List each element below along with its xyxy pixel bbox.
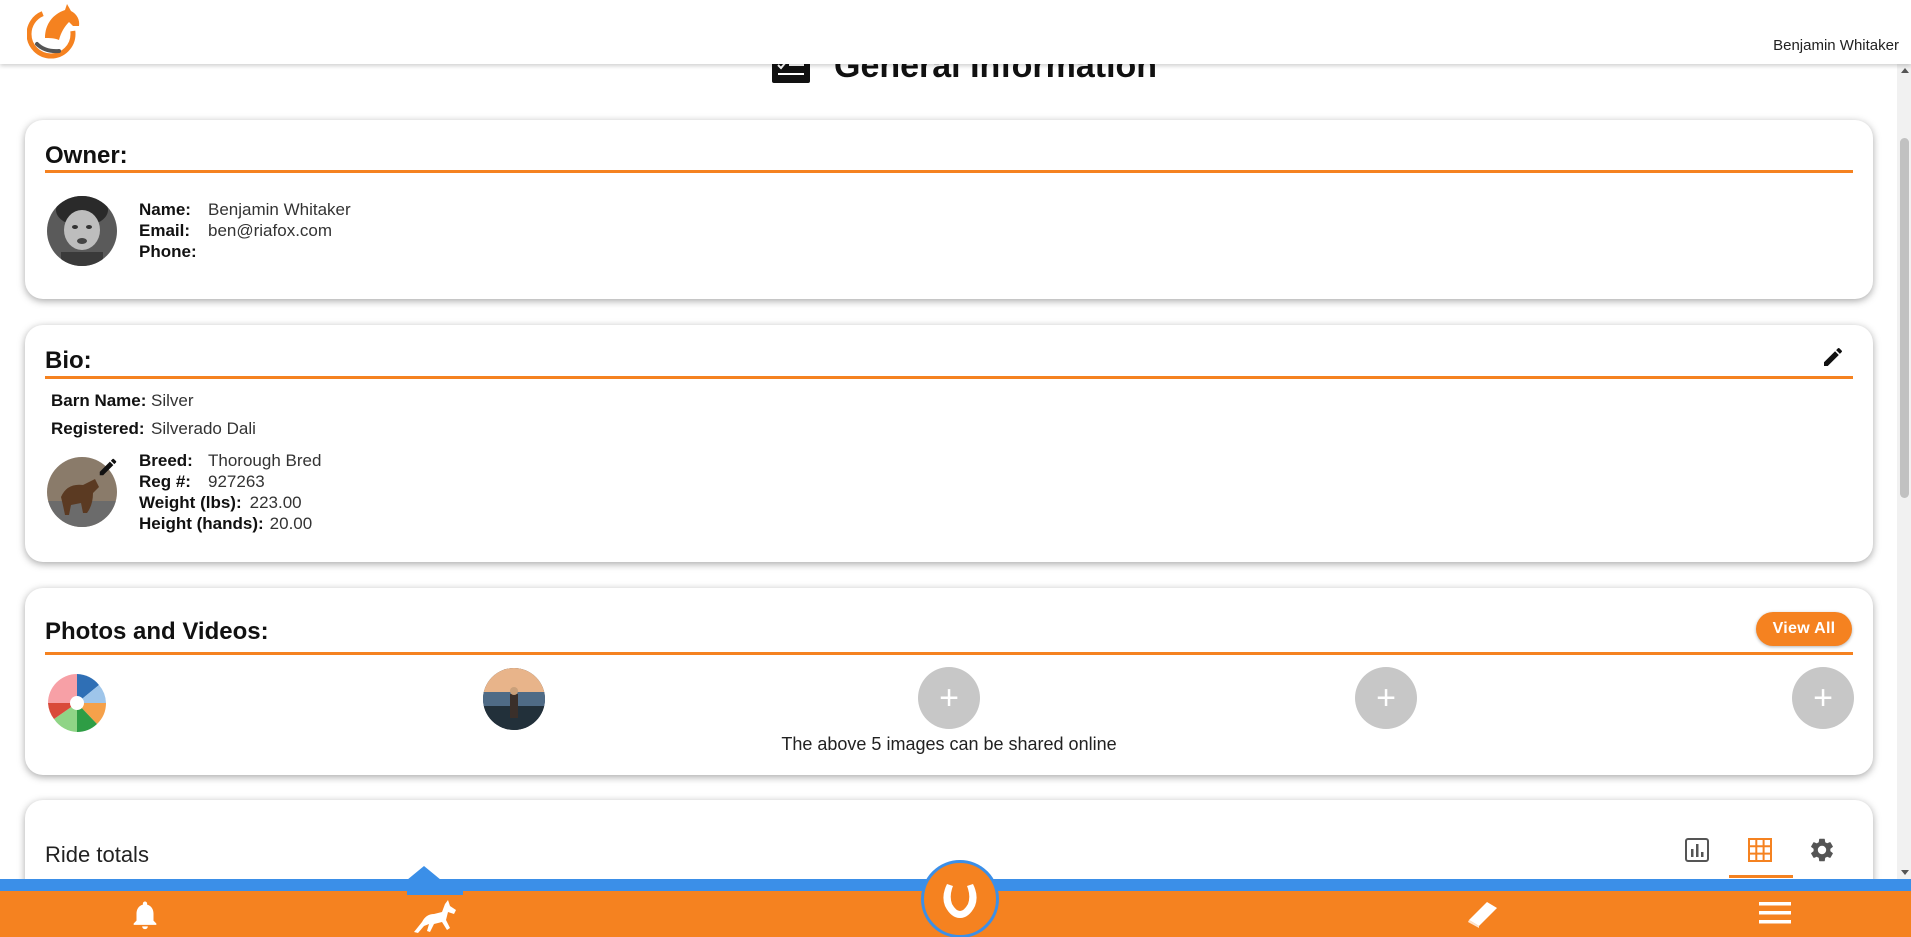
grid-icon[interactable] — [1745, 835, 1775, 865]
owner-email-value[interactable]: ben@riafox.com — [208, 221, 332, 241]
owner-name-value: Benjamin Whitaker — [208, 200, 351, 219]
owner-card: Owner: Name: Benjamin Whitaker Email: be… — [25, 120, 1873, 299]
owner-email-label: Email: — [139, 221, 191, 240]
photo-thumbnail[interactable] — [46, 672, 108, 734]
photo-thumbnail[interactable] — [483, 668, 545, 730]
owner-title: Owner: — [45, 142, 128, 169]
height-row: Height (hands): 20.00 — [139, 514, 312, 534]
nav-home[interactable] — [921, 860, 999, 937]
horse-logo-icon[interactable] — [27, 2, 83, 60]
weight-value: 223.00 — [249, 493, 302, 512]
nav-notifications[interactable] — [121, 898, 169, 937]
edit-bio-icon[interactable] — [1821, 345, 1845, 369]
active-nav-pointer — [407, 866, 441, 880]
bell-icon — [133, 901, 157, 930]
weight-row: Weight (lbs): 223.00 — [139, 493, 302, 513]
bio-title: Bio: — [45, 347, 92, 374]
owner-divider — [45, 170, 1853, 173]
top-bar: Benjamin Whitaker — [0, 0, 1911, 64]
owner-phone-label: Phone: — [139, 242, 197, 261]
owner-name-row: Name: Benjamin Whitaker — [139, 200, 351, 220]
active-nav-pointer-base — [407, 879, 463, 895]
scrollbar-thumb[interactable] — [1900, 138, 1909, 498]
nav-horses[interactable] — [411, 898, 459, 937]
view-all-button[interactable]: View All — [1756, 612, 1852, 646]
add-photo-button[interactable]: + — [1355, 667, 1417, 729]
bio-card: Bio: Barn Name: Silver Registered: Silve… — [25, 325, 1873, 562]
photos-title: Photos and Videos: — [45, 618, 269, 645]
active-tab-indicator — [1729, 875, 1793, 878]
edit-horse-photo-icon[interactable] — [97, 456, 119, 478]
book-icon — [1468, 902, 1497, 928]
ride-totals-title: Ride totals — [45, 842, 149, 867]
gear-icon[interactable] — [1807, 835, 1837, 865]
vertical-scrollbar[interactable] — [1897, 64, 1911, 879]
add-photo-button[interactable]: + — [1792, 667, 1854, 729]
horseshoe-icon — [943, 884, 977, 918]
barn-name-row: Barn Name: Silver — [51, 391, 194, 411]
registered-row: Registered: Silverado Dali — [51, 419, 256, 439]
scroll-up-arrow-icon[interactable] — [1901, 68, 1909, 73]
photos-divider — [45, 652, 1853, 655]
bio-divider — [45, 376, 1853, 379]
app-root: Benjamin Whitaker General Information Ow… — [0, 0, 1911, 937]
add-photo-button[interactable]: + — [918, 667, 980, 729]
breed-row: Breed: Thorough Bred — [139, 451, 321, 471]
owner-email-row: Email: ben@riafox.com — [139, 221, 332, 241]
chart-icon[interactable] — [1682, 835, 1712, 865]
reg-number-label: Reg #: — [139, 472, 191, 491]
barn-name-value: Silver — [151, 391, 194, 410]
scroll-down-arrow-icon[interactable] — [1901, 870, 1909, 875]
height-label: Height (hands): — [139, 514, 264, 533]
registered-label: Registered: — [51, 419, 145, 438]
nav-logbook[interactable] — [1459, 898, 1507, 937]
reg-number-value: 927263 — [208, 472, 265, 491]
owner-name-label: Name: — [139, 200, 191, 219]
horse-icon — [414, 900, 456, 933]
reg-number-row: Reg #: 927263 — [139, 472, 265, 492]
breed-value: Thorough Bred — [208, 451, 322, 470]
barn-name-label: Barn Name: — [51, 391, 147, 410]
share-note: The above 5 images can be shared online — [781, 734, 1117, 754]
nav-menu[interactable] — [1751, 898, 1799, 937]
weight-label: Weight (lbs): — [139, 493, 242, 512]
registered-value: Silverado Dali — [151, 419, 256, 438]
menu-icon — [1759, 902, 1791, 924]
owner-phone-row: Phone: — [139, 242, 208, 262]
owner-avatar[interactable] — [47, 196, 117, 266]
height-value: 20.00 — [269, 514, 313, 533]
current-user-name[interactable]: Benjamin Whitaker — [1773, 37, 1899, 54]
breed-label: Breed: — [139, 451, 193, 470]
photos-card: Photos and Videos: View All + + + The ab… — [25, 588, 1873, 775]
